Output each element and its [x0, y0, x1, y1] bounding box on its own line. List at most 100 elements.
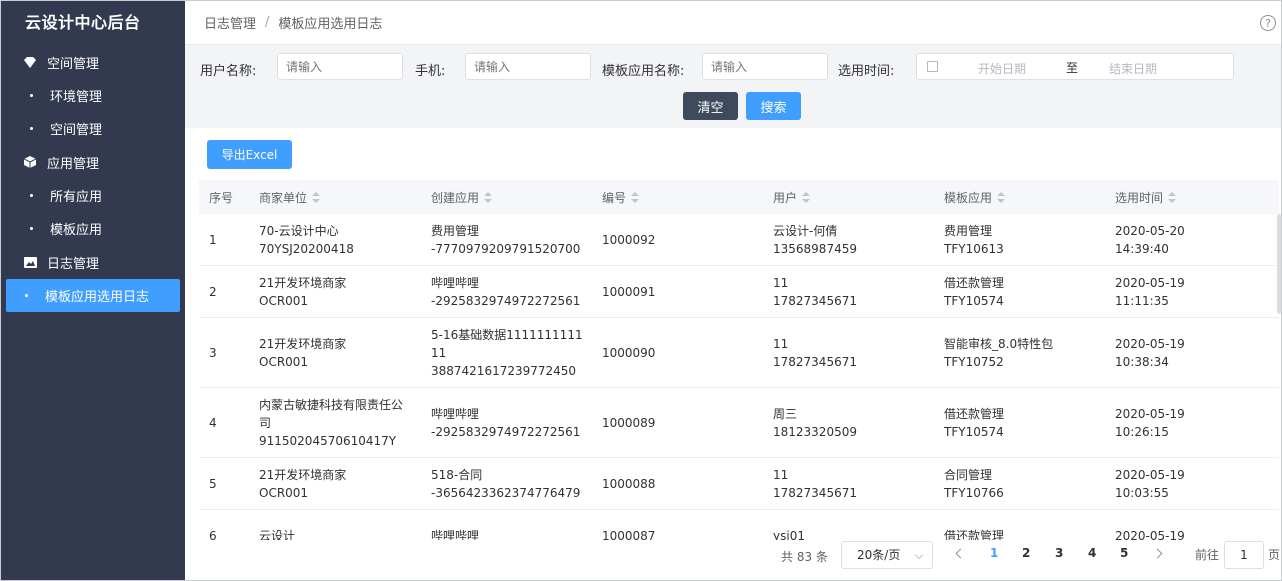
table-cell-merchant: 21开发环境商家 OCR001 [249, 274, 421, 310]
cell-line: TFY10574 [944, 293, 1004, 308]
table-scrollbar[interactable] [1277, 214, 1281, 314]
table-cell-idx: 3 [199, 344, 249, 362]
total-count: 共 83 条 [781, 550, 828, 564]
page-1[interactable]: 1 [990, 546, 998, 560]
start-date-input[interactable]: 开始日期 [978, 60, 1026, 77]
breadcrumb-item-log[interactable]: 日志管理 [204, 13, 256, 32]
bullet-icon [30, 227, 33, 230]
menu-group-log[interactable]: 日志管理 [1, 245, 185, 279]
cell-line: OCR001 [259, 293, 309, 308]
cell-line: 费用管理 [944, 223, 993, 238]
table-cell-idx: 5 [199, 475, 249, 493]
sort-icon[interactable] [1168, 192, 1177, 204]
export-excel-button[interactable]: 导出Excel [207, 140, 292, 169]
table-cell-code: 1000092 [592, 231, 763, 249]
date-range-picker[interactable]: 开始日期 至 结束日期 [916, 53, 1234, 80]
cell-line: -2925832974972272561 [431, 293, 581, 308]
sidebar-item-label: 模板应用选用日志 [45, 290, 150, 305]
page-size-select[interactable]: 20条/页 [841, 541, 933, 569]
table-cell-app: 哔哩哔哩 -2925832974972272561 [421, 405, 592, 441]
phone-input[interactable] [465, 53, 591, 80]
end-date-input[interactable]: 结束日期 [1109, 60, 1157, 77]
menu-group-space[interactable]: 空间管理 [1, 45, 185, 79]
cell-line: 费用管理 [431, 223, 480, 238]
gem-icon [23, 55, 37, 69]
table-cell-merchant: 云设计 [249, 527, 421, 541]
cell-line: 91150204570610417Y [259, 433, 397, 448]
cell-value: 2 [209, 284, 217, 299]
cell-line: 21开发环境商家 [259, 336, 347, 351]
cell-line: 11 [773, 336, 789, 351]
prev-page-icon[interactable] [955, 548, 966, 559]
sidebar-item-space[interactable]: 空间管理 [6, 112, 180, 145]
cell-line: 17827345671 [773, 354, 857, 369]
cell-line: 70-云设计中心 [259, 223, 339, 238]
column-header-merchant[interactable]: 商家单位 [249, 189, 421, 206]
sidebar-item-template-log[interactable]: 模板应用选用日志 [6, 279, 180, 312]
breadcrumb-item-current: 模板应用选用日志 [278, 17, 383, 32]
main-content: 日志管理 / 模板应用选用日志 ? 用户名称: 手机: 模板应用名称: 选用时间… [185, 1, 1281, 580]
table-cell-time: 2020-05-20 14:39:40 [1105, 222, 1255, 258]
search-button[interactable]: 搜索 [746, 92, 801, 120]
cell-line: 21开发环境商家 [259, 275, 347, 290]
cell-line: TFY10613 [944, 241, 1004, 256]
select-time-label: 选用时间: [838, 64, 895, 79]
cell-line: 2020-05-19 [1115, 275, 1185, 290]
column-header-time[interactable]: 选用时间 [1105, 189, 1255, 206]
sort-icon[interactable] [997, 192, 1006, 204]
app-window: 云设计中心后台 空间管理 环境管理 空间管理 应用管理 所有应用 模板应用 日志… [0, 0, 1282, 581]
sidebar-item-all-apps[interactable]: 所有应用 [6, 179, 180, 212]
sidebar-item-label: 模板应用 [50, 223, 103, 238]
sidebar-item-env[interactable]: 环境管理 [6, 79, 180, 112]
goto-page-input[interactable]: 1 [1224, 541, 1264, 569]
table-body: 1 70-云设计中心 70YSJ20200418 费用管理 -7770979209791… [199, 214, 1279, 540]
page-2[interactable]: 2 [1022, 546, 1030, 560]
column-header-user[interactable]: 用户 [763, 189, 934, 206]
table-cell-template: 借还款管理 TFY10574 [934, 274, 1105, 310]
cell-line: 17827345671 [773, 485, 857, 500]
cell-line: 借还款管理 [944, 275, 1005, 290]
cell-line: 哔哩哔哩 [431, 406, 480, 421]
table-cell-template: 借还款管理 TFY10574 [934, 405, 1105, 441]
cell-line: 合同管理 [944, 467, 993, 482]
menu-group-app[interactable]: 应用管理 [1, 145, 185, 179]
clear-button[interactable]: 清空 [683, 92, 738, 120]
username-label: 用户名称: [200, 64, 257, 79]
page-5[interactable]: 5 [1120, 546, 1128, 560]
table-cell-idx: 6 [199, 527, 249, 541]
sidebar-item-template-apps[interactable]: 模板应用 [6, 212, 180, 245]
table-row: 3 21开发环境商家 OCR001 5-16基础数据1111111111 11 38874… [199, 318, 1279, 388]
cell-line: 14:39:40 [1115, 241, 1169, 256]
table-row: 5 21开发环境商家 OCR001 518-合同 -365642336237477647… [199, 458, 1279, 510]
range-separator: 至 [1066, 61, 1079, 75]
template-name-input[interactable] [702, 53, 828, 80]
sort-icon[interactable] [802, 192, 811, 204]
column-header-app[interactable]: 创建应用 [421, 189, 592, 206]
cell-line: 10:03:55 [1115, 485, 1169, 500]
cell-value: 1000089 [602, 415, 656, 430]
page-size-value: 20条/页 [857, 548, 901, 562]
column-header-template[interactable]: 模板应用 [934, 189, 1105, 206]
table-cell-time: 2020-05-19 10:26:15 [1105, 405, 1255, 441]
bullet-icon [30, 194, 33, 197]
table-cell-time: 2020-05-19 11:11:35 [1105, 274, 1255, 310]
cell-line: 13568987459 [773, 241, 857, 256]
next-page-icon[interactable] [1152, 548, 1163, 559]
sort-icon[interactable] [484, 192, 493, 204]
table-cell-template: 合同管理 TFY10766 [934, 466, 1105, 502]
cell-value: 1 [209, 232, 217, 247]
sort-icon[interactable] [631, 192, 640, 204]
table-cell-app: 哔哩哔哩 -2925832974972272561 [421, 274, 592, 310]
table-cell-time: 2020-05-19 10:38:34 [1105, 335, 1255, 371]
breadcrumb: 日志管理 / 模板应用选用日志 ? [185, 1, 1281, 45]
username-input[interactable] [277, 53, 403, 80]
cell-line: 11 [431, 345, 447, 360]
sort-icon[interactable] [312, 192, 321, 204]
page-4[interactable]: 4 [1088, 546, 1096, 560]
cell-line: ysj01 [773, 528, 805, 541]
help-icon[interactable]: ? [1260, 15, 1276, 31]
cell-line: 内蒙古敏捷科技有限责任公 [259, 397, 404, 412]
column-header-code[interactable]: 编号 [592, 189, 763, 206]
page-3[interactable]: 3 [1055, 546, 1063, 560]
table-header: 序号 商家单位 创建应用 编号 用户 模板应用 选用时间 [199, 180, 1279, 214]
